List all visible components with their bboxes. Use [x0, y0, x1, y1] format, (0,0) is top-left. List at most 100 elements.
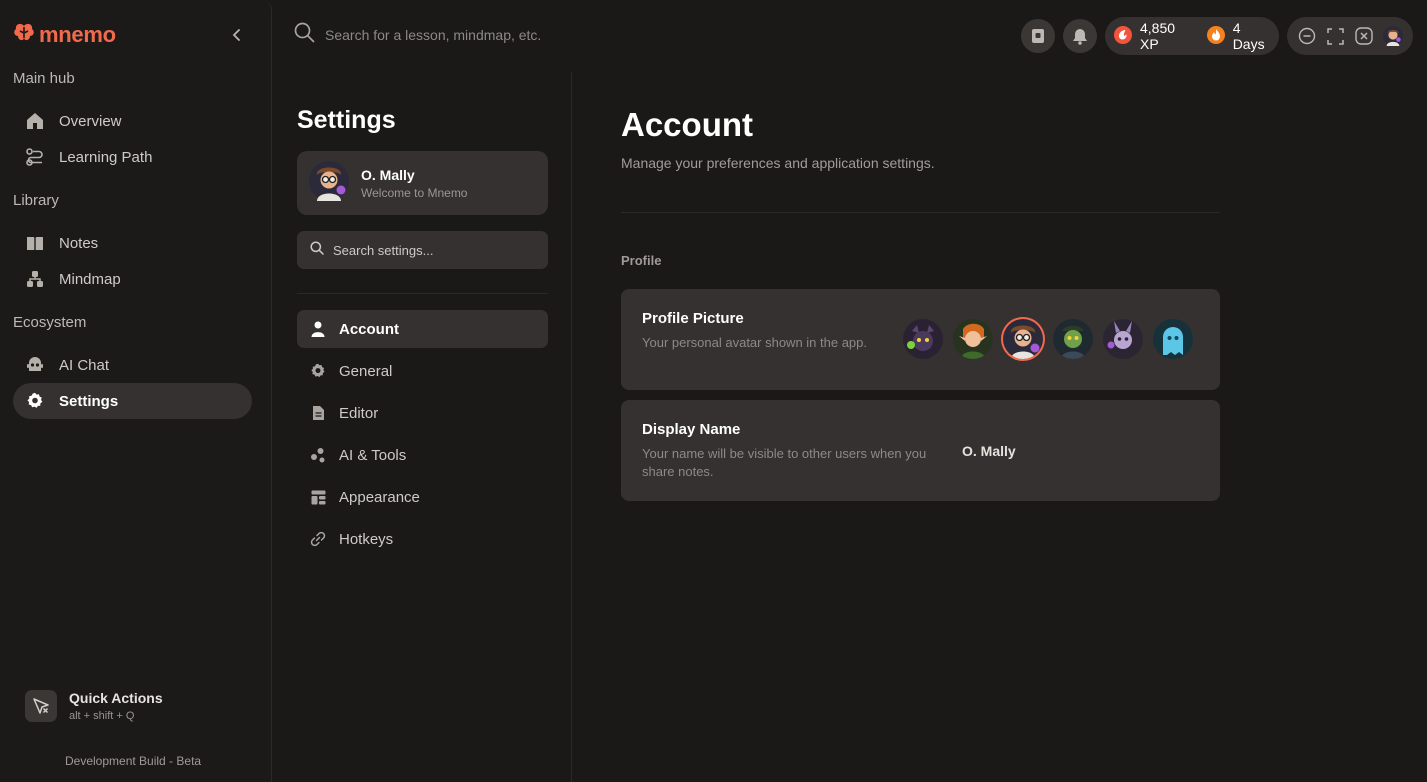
fullscreen-icon — [1327, 27, 1344, 45]
display-name-value[interactable]: O. Mally — [962, 443, 1016, 459]
page-subtitle: Manage your preferences and application … — [621, 155, 935, 171]
collapse-sidebar-button[interactable] — [226, 24, 248, 46]
sidebar-item-label: Overview — [59, 112, 122, 130]
notifications-button[interactable] — [1063, 19, 1097, 53]
search-icon — [310, 240, 324, 260]
sidebar-item-mindmap[interactable]: Mindmap — [13, 261, 252, 297]
avatar-picker — [903, 319, 1193, 359]
user-icon — [310, 321, 326, 337]
sidebar-item-label: Notes — [59, 234, 99, 252]
avatar-option-scientist[interactable] — [1003, 319, 1043, 359]
document-icon — [310, 405, 326, 421]
close-button[interactable] — [1354, 26, 1374, 46]
streak-value: 4 Days — [1232, 20, 1265, 52]
mindmap-icon — [25, 269, 45, 289]
settings-nav-label: Editor — [339, 404, 379, 422]
settings-nav-general[interactable]: General — [297, 352, 548, 390]
settings-nav-label: Appearance — [339, 488, 420, 506]
stats-pill[interactable]: 4,850 XP 4 Days — [1105, 17, 1279, 55]
sidebar-item-label: Settings — [59, 392, 119, 410]
settings-nav-appearance[interactable]: Appearance — [297, 478, 548, 516]
avatar-option-ghost[interactable] — [1153, 319, 1193, 359]
xp-icon — [1113, 25, 1133, 48]
layout-icon — [310, 489, 326, 505]
global-search-input[interactable] — [325, 27, 585, 43]
search-icon — [294, 22, 315, 48]
user-avatar[interactable] — [1382, 26, 1403, 46]
fullscreen-button[interactable] — [1326, 26, 1346, 46]
settings-nav-editor[interactable]: Editor — [297, 394, 548, 432]
quick-actions-shortcut: alt + shift + Q — [69, 710, 135, 722]
settings-nav-label: Account — [339, 320, 399, 338]
settings-search-input[interactable] — [333, 242, 533, 258]
gear-icon — [310, 363, 326, 379]
close-icon — [1355, 27, 1373, 45]
storage-button[interactable] — [1021, 19, 1055, 53]
quick-actions[interactable]: Quick Actions alt + shift + Q — [25, 690, 163, 722]
settings-nav-account[interactable]: Account — [297, 310, 548, 348]
user-welcome: Welcome to Mnemo — [361, 185, 468, 200]
scientist-avatar-icon — [309, 160, 349, 206]
sidebar-item-overview[interactable]: Overview — [13, 103, 252, 139]
profile-picture-title: Profile Picture — [642, 310, 744, 327]
avatar-option-elf[interactable] — [953, 319, 993, 359]
streak-stat: 4 Days — [1206, 20, 1273, 52]
avatar-option-dark-creature[interactable] — [903, 319, 943, 359]
window-controls — [1287, 17, 1413, 55]
sidebar-item-ai-chat[interactable]: AI Chat — [13, 347, 252, 383]
robot-icon — [25, 355, 45, 375]
sidebar-item-label: Mindmap — [59, 270, 121, 288]
xp-stat: 4,850 XP — [1113, 20, 1194, 52]
settings-nav-label: AI & Tools — [339, 446, 407, 464]
user-card[interactable]: O. Mally Welcome to Mnemo — [297, 151, 548, 215]
minimize-icon — [1299, 27, 1316, 45]
section-label-main-hub: Main hub — [13, 70, 75, 87]
user-name: O. Mally — [361, 166, 415, 183]
sidebar-item-notes[interactable]: Notes — [13, 225, 252, 261]
gear-icon — [25, 391, 45, 411]
chevron-left-icon — [232, 29, 240, 41]
build-label: Development Build - Beta — [65, 754, 202, 768]
display-name-card: Display Name Your name will be visible t… — [621, 400, 1220, 501]
molecule-icon — [310, 447, 326, 463]
settings-nav-ai-tools[interactable]: AI & Tools — [297, 436, 548, 474]
display-name-description: Your name will be visible to other users… — [642, 446, 927, 479]
settings-nav-label: General — [339, 362, 393, 380]
link-icon — [310, 531, 326, 547]
brain-logo-icon — [13, 23, 35, 48]
xp-value: 4,850 XP — [1140, 20, 1176, 52]
sidebar-item-label: AI Chat — [59, 356, 110, 374]
avatar-option-bunny[interactable] — [1103, 319, 1143, 359]
panel-divider — [297, 293, 548, 294]
global-search[interactable] — [294, 22, 585, 48]
path-icon — [25, 147, 45, 167]
book-icon — [25, 233, 45, 253]
scientist-avatar-icon — [1382, 26, 1403, 46]
flame-icon — [1206, 25, 1226, 48]
bell-icon — [1073, 28, 1087, 45]
settings-title: Settings — [297, 106, 396, 134]
group-label-profile: Profile — [621, 253, 662, 268]
minimize-button[interactable] — [1297, 26, 1317, 46]
section-label-library: Library — [13, 192, 59, 209]
sidebar-item-label: Learning Path — [59, 148, 153, 166]
app-logo[interactable]: mnemo — [13, 22, 116, 48]
quick-actions-title: Quick Actions — [69, 690, 163, 706]
page-title: Account — [621, 106, 753, 143]
home-icon — [25, 111, 45, 131]
profile-picture-card: Profile Picture Your personal avatar sho… — [621, 289, 1220, 390]
sidebar: mnemo Main hub Overview Learning Path Li… — [0, 0, 272, 782]
logo-text: mnemo — [39, 22, 116, 47]
settings-search[interactable] — [297, 231, 548, 269]
sidebar-item-learning-path[interactable]: Learning Path — [13, 139, 252, 175]
section-label-ecosystem: Ecosystem — [13, 314, 87, 331]
content-divider — [621, 212, 1220, 213]
cursor-click-icon — [25, 690, 57, 722]
display-name-title: Display Name — [642, 421, 741, 438]
profile-picture-description: Your personal avatar shown in the app. — [642, 335, 868, 350]
sidebar-item-settings[interactable]: Settings — [13, 383, 252, 419]
avatar-option-zombie[interactable] — [1053, 319, 1093, 359]
cabinet-icon — [1032, 29, 1044, 43]
settings-nav-hotkeys[interactable]: Hotkeys — [297, 520, 548, 558]
settings-nav-label: Hotkeys — [339, 530, 394, 548]
